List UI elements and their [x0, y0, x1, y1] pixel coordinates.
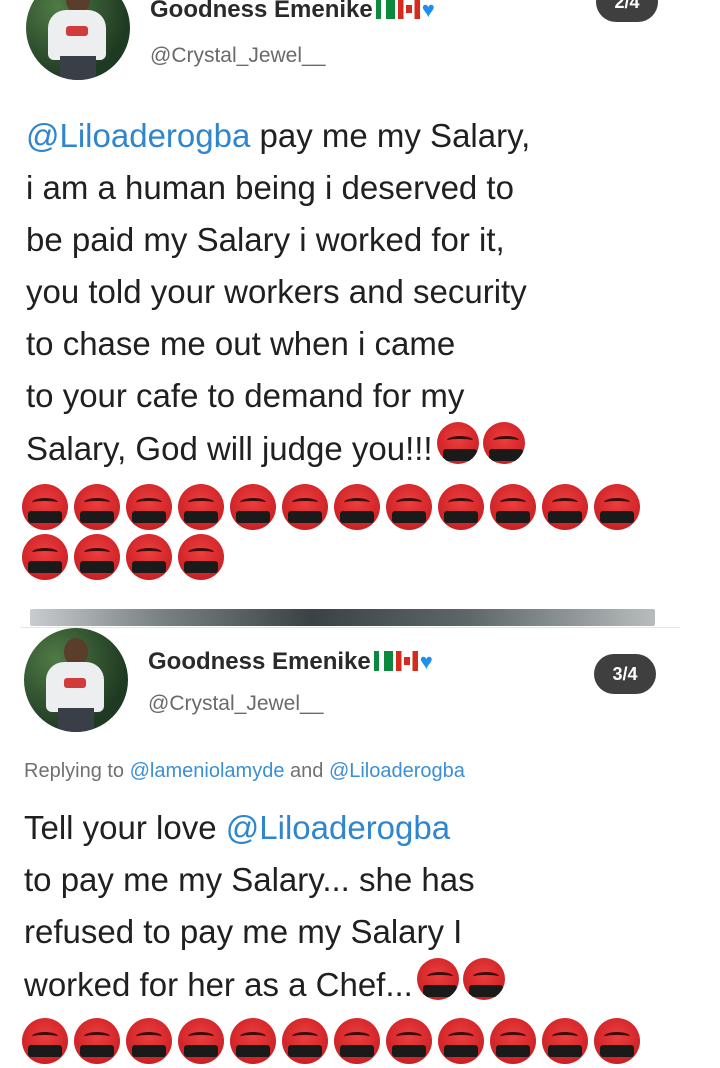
display-name[interactable]: Goodness Emenike ♥ [150, 0, 435, 24]
angry-emoji-icon [436, 422, 479, 464]
avatar[interactable] [26, 0, 130, 80]
nigeria-flag-icon [390, 0, 395, 19]
nigeria-flag-icon [375, 0, 391, 19]
angry-emoji-icon [178, 1018, 224, 1064]
angry-emoji-icon [126, 534, 172, 580]
angry-emoji-icon [126, 484, 172, 530]
angry-emoji-icon [230, 484, 276, 530]
angry-emoji-icon [74, 1018, 120, 1064]
angry-emoji-icon [594, 1018, 640, 1064]
angry-emoji-icon [386, 484, 432, 530]
angry-emoji-icon [386, 1018, 432, 1064]
canada-flag-icon [397, 0, 420, 19]
angry-emoji-icon [542, 484, 588, 530]
blue-heart-icon: ♥ [421, 0, 435, 22]
angry-emoji-icon [482, 422, 525, 464]
nigeria-flag-icon [388, 651, 393, 671]
emoji-row [22, 534, 230, 584]
angry-emoji-icon [22, 1018, 68, 1064]
angry-emoji-icon [416, 958, 459, 1000]
angry-emoji-icon [178, 534, 224, 580]
tweet-text: @Liloaderogba pay me my Salary, i am a h… [26, 117, 531, 467]
angry-emoji-icon [282, 484, 328, 530]
thread-count-badge: 2/4 [596, 0, 658, 22]
canada-flag-icon [395, 651, 418, 671]
angry-emoji-icon [282, 1018, 328, 1064]
mention-link[interactable]: @Liloaderogba [329, 760, 465, 782]
angry-emoji-icon [490, 484, 536, 530]
mention-link[interactable]: @lameniolamyde [130, 760, 285, 782]
nigeria-flag-icon [373, 651, 389, 671]
angry-emoji-icon [230, 1018, 276, 1064]
mention-link[interactable]: @Liloaderogba [26, 117, 250, 154]
user-handle[interactable]: @Crystal_Jewel__ [150, 44, 325, 68]
tweet-card: Goodness Emenike ♥ @Crystal_Jewel__ 3/4 R… [0, 628, 720, 1064]
user-handle[interactable]: @Crystal_Jewel__ [148, 692, 323, 716]
angry-emoji-icon [334, 1018, 380, 1064]
angry-emoji-icon [74, 534, 120, 580]
angry-emoji-icon [438, 484, 484, 530]
emoji-row [22, 484, 646, 534]
angry-emoji-icon [542, 1018, 588, 1064]
avatar[interactable] [24, 628, 128, 732]
angry-emoji-icon [74, 484, 120, 530]
angry-emoji-icon [438, 1018, 484, 1064]
emoji-row [22, 1018, 646, 1068]
thread-count-badge: 3/4 [594, 654, 656, 694]
angry-emoji-icon [334, 484, 380, 530]
angry-emoji-icon [22, 534, 68, 580]
angry-emoji-icon [22, 484, 68, 530]
tweet-card: Goodness Emenike ♥ @Crystal_Jewel__ 2/4 @… [0, 0, 720, 610]
blue-heart-icon: ♥ [419, 649, 433, 674]
display-name[interactable]: Goodness Emenike ♥ [148, 648, 433, 676]
angry-emoji-icon [126, 1018, 172, 1064]
replying-to: Replying to @lameniolamyde and @Liloader… [24, 760, 465, 782]
angry-emoji-icon [594, 484, 640, 530]
mention-link[interactable]: @Liloaderogba [226, 809, 450, 846]
image-strip [30, 609, 655, 626]
tweet-text: Tell your love @Liloaderogba to pay me m… [24, 802, 505, 1011]
angry-emoji-icon [462, 958, 505, 1000]
angry-emoji-icon [490, 1018, 536, 1064]
angry-emoji-icon [178, 484, 224, 530]
